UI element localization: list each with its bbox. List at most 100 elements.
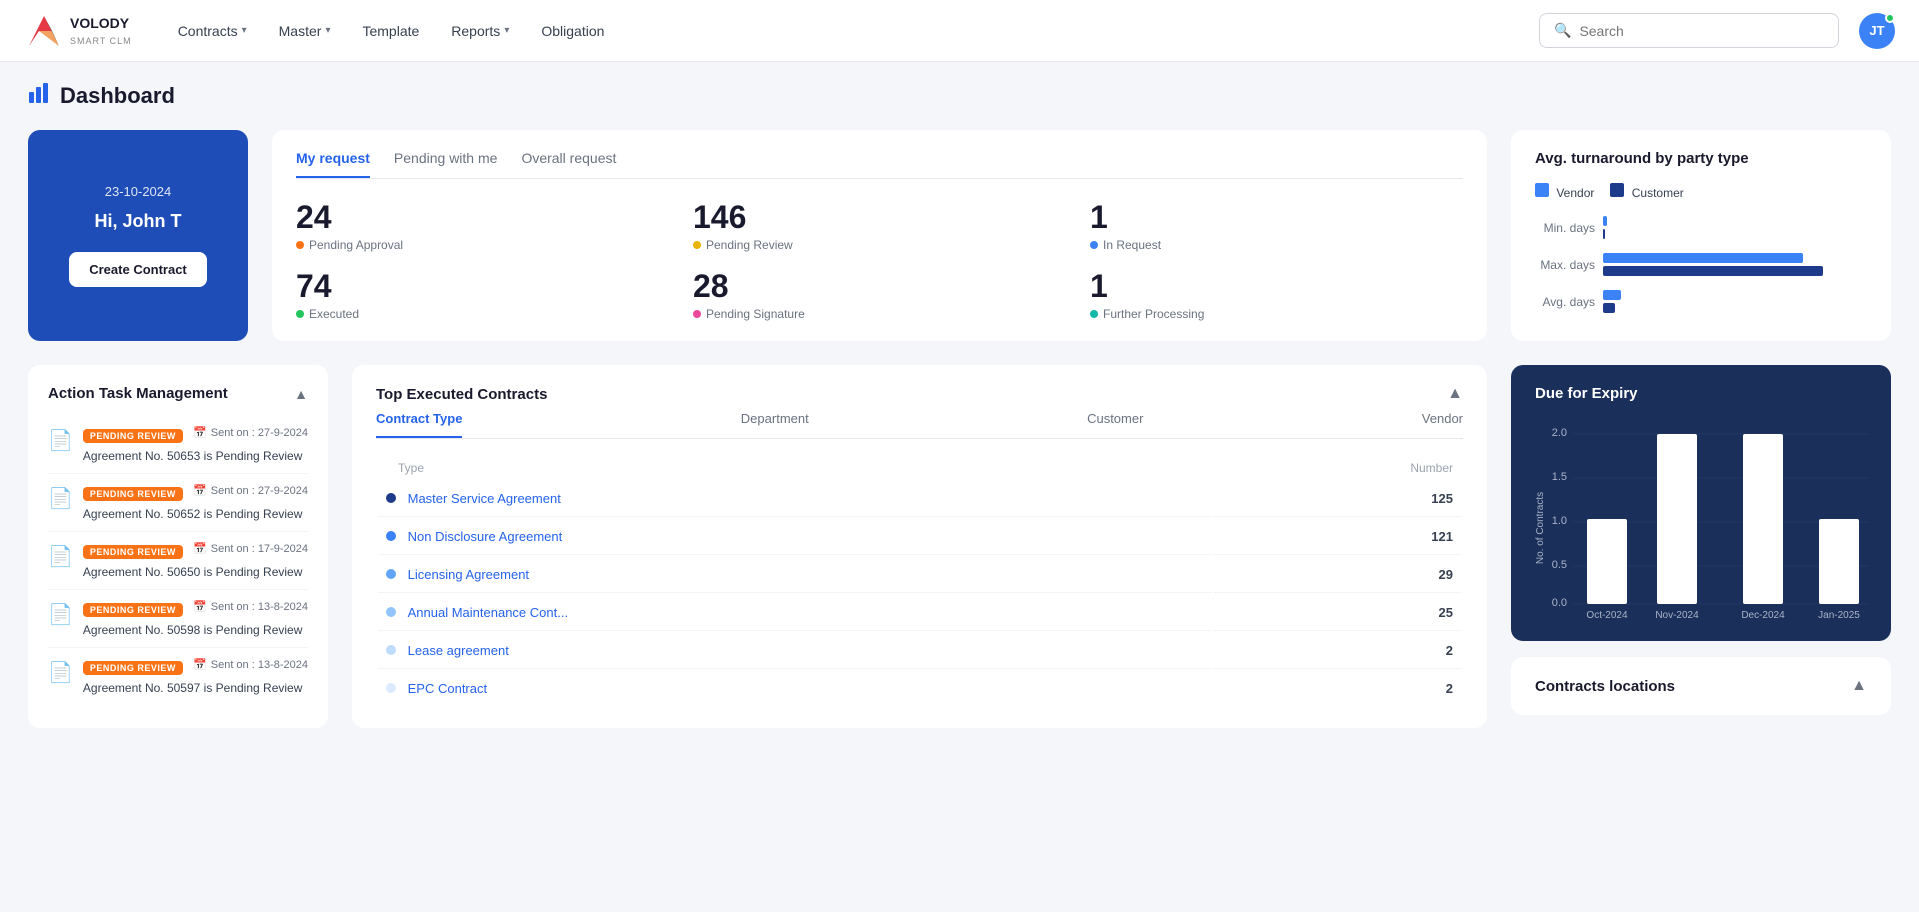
task-date: 📅 Sent on : 17-9-2024 — [193, 542, 308, 555]
task-date: 📅 Sent on : 27-9-2024 — [193, 426, 308, 439]
stats-section: My request Pending with me Overall reque… — [272, 130, 1487, 341]
contract-name[interactable]: Lease agreement — [408, 643, 509, 658]
stat-pending-signature: 28 Pending Signature — [693, 268, 1066, 321]
task-desc: Agreement No. 50597 is Pending Review — [83, 681, 308, 695]
svg-text:Oct-2024: Oct-2024 — [1586, 610, 1628, 618]
expiry-title: Due for Expiry — [1535, 385, 1867, 402]
svg-text:1.0: 1.0 — [1552, 515, 1567, 527]
tab-department[interactable]: Department — [741, 411, 809, 438]
task-date: 📅 Sent on : 13-8-2024 — [193, 600, 308, 613]
table-row: Licensing Agreement 29 — [378, 557, 1461, 593]
legend-customer-box — [1610, 183, 1624, 197]
stats-tabs: My request Pending with me Overall reque… — [296, 150, 1463, 179]
contracts-tabs: Contract Type Department Customer Vendor — [376, 411, 1463, 439]
task-doc-icon: 📄 — [48, 602, 73, 627]
search-input[interactable] — [1579, 23, 1824, 39]
tab-my-request[interactable]: My request — [296, 150, 370, 178]
nav-links: Contracts ▾ Master ▾ Template Reports ▾ … — [164, 15, 1531, 47]
task-date: 📅 Sent on : 13-8-2024 — [193, 658, 308, 671]
main-content: Dashboard 23-10-2024 Hi, John T Create C… — [0, 62, 1919, 748]
action-task-title: Action Task Management — [48, 385, 228, 402]
max-vendor-bar — [1603, 253, 1803, 263]
bar-row-max: Max. days — [1535, 253, 1867, 276]
search-box[interactable]: 🔍 — [1539, 13, 1839, 48]
svg-text:Nov-2024: Nov-2024 — [1655, 610, 1699, 618]
bar-jan — [1819, 519, 1859, 604]
reports-chevron-icon: ▾ — [504, 25, 509, 36]
task-item: 📄 PENDING REVIEW 📅 Sent on : 27-9-2024 A… — [48, 474, 308, 532]
task-desc: Agreement No. 50653 is Pending Review — [83, 449, 308, 463]
nav-item-reports[interactable]: Reports ▾ — [437, 15, 523, 47]
task-badge: PENDING REVIEW — [83, 487, 183, 501]
contracts-section: Top Executed Contracts ▲ Contract Type D… — [352, 365, 1487, 728]
turnaround-chart: Min. days Max. days Avg. days — [1535, 216, 1867, 313]
logo-text-area: VOLODY SMART CLM — [70, 15, 132, 47]
task-item: 📄 PENDING REVIEW 📅 Sent on : 17-9-2024 A… — [48, 532, 308, 590]
tab-overall-request[interactable]: Overall request — [521, 150, 616, 178]
locations-scroll-btn[interactable]: ▲ — [1851, 677, 1867, 695]
contracts-title: Top Executed Contracts — [376, 386, 547, 403]
task-doc-icon: 📄 — [48, 660, 73, 685]
dot-pink — [693, 310, 701, 318]
nav-item-contracts[interactable]: Contracts ▾ — [164, 15, 261, 47]
create-contract-button[interactable]: Create Contract — [69, 252, 207, 287]
contract-name[interactable]: Annual Maintenance Cont... — [408, 605, 568, 620]
task-item: 📄 PENDING REVIEW 📅 Sent on : 13-8-2024 A… — [48, 590, 308, 648]
stat-executed: 74 Executed — [296, 268, 669, 321]
user-card: 23-10-2024 Hi, John T Create Contract — [28, 130, 248, 341]
contracts-scroll-btn[interactable]: ▲ — [1447, 385, 1463, 403]
contract-name[interactable]: Licensing Agreement — [408, 567, 529, 582]
dot-green — [296, 310, 304, 318]
stat-in-request: 1 In Request — [1090, 199, 1463, 252]
contract-name[interactable]: Non Disclosure Agreement — [408, 529, 563, 544]
task-badge: PENDING REVIEW — [83, 603, 183, 617]
task-date: 📅 Sent on : 27-9-2024 — [193, 484, 308, 497]
contract-type-dot — [386, 607, 396, 617]
stat-further-processing: 1 Further Processing — [1090, 268, 1463, 321]
contract-type-dot — [386, 645, 396, 655]
svg-text:Jan-2025: Jan-2025 — [1818, 610, 1860, 618]
task-item: 📄 PENDING REVIEW 📅 Sent on : 13-8-2024 A… — [48, 648, 308, 705]
svg-text:0.0: 0.0 — [1552, 597, 1567, 609]
locations-title: Contracts locations — [1535, 678, 1675, 695]
task-badge: PENDING REVIEW — [83, 429, 183, 443]
contract-type-dot — [386, 531, 396, 541]
dot-blue — [1090, 241, 1098, 249]
task-desc: Agreement No. 50652 is Pending Review — [83, 507, 308, 521]
bar-row-avg: Avg. days — [1535, 290, 1867, 313]
svg-text:Dec-2024: Dec-2024 — [1741, 610, 1785, 618]
contract-number: 25 — [1214, 595, 1461, 631]
contract-name[interactable]: EPC Contract — [408, 681, 487, 696]
nav-item-master[interactable]: Master ▾ — [265, 15, 345, 47]
contracts-chevron-icon: ▾ — [242, 25, 247, 36]
tab-contract-type[interactable]: Contract Type — [376, 411, 462, 438]
turnaround-legend: Vendor Customer — [1535, 183, 1867, 200]
expiry-section: Due for Expiry 2.0 1.5 1.0 0.5 0.0 No. o… — [1511, 365, 1891, 641]
bar-row-min: Min. days — [1535, 216, 1867, 239]
user-date: 23-10-2024 — [105, 184, 172, 199]
navbar: VOLODY SMART CLM Contracts ▾ Master ▾ Te… — [0, 0, 1919, 62]
tab-customer[interactable]: Customer — [1087, 411, 1143, 438]
task-item: 📄 PENDING REVIEW 📅 Sent on : 27-9-2024 A… — [48, 416, 308, 474]
avatar[interactable]: JT — [1859, 13, 1895, 49]
nav-item-template[interactable]: Template — [348, 15, 433, 47]
table-row: EPC Contract 2 — [378, 671, 1461, 706]
contract-name[interactable]: Master Service Agreement — [408, 491, 561, 506]
table-row: Annual Maintenance Cont... 25 — [378, 595, 1461, 631]
top-grid: 23-10-2024 Hi, John T Create Contract My… — [28, 130, 1891, 341]
bar-oct — [1587, 519, 1627, 604]
task-doc-icon: 📄 — [48, 544, 73, 569]
logo[interactable]: VOLODY SMART CLM — [24, 11, 132, 51]
nav-item-obligation[interactable]: Obligation — [527, 15, 618, 47]
logo-icon — [24, 11, 64, 51]
expiry-chart-svg: 2.0 1.5 1.0 0.5 0.0 No. of Contracts — [1535, 418, 1875, 618]
tab-vendor[interactable]: Vendor — [1422, 411, 1463, 438]
bar-nov — [1657, 434, 1697, 604]
dot-orange — [296, 241, 304, 249]
legend-vendor-box — [1535, 183, 1549, 197]
logo-sub: SMART CLM — [70, 36, 132, 46]
dot-yellow — [693, 241, 701, 249]
collapse-action-icon[interactable]: ▲ — [294, 386, 308, 402]
tab-pending-with-me[interactable]: Pending with me — [394, 150, 498, 178]
contracts-table: Type Number Master Service Agreement 125… — [376, 455, 1463, 708]
